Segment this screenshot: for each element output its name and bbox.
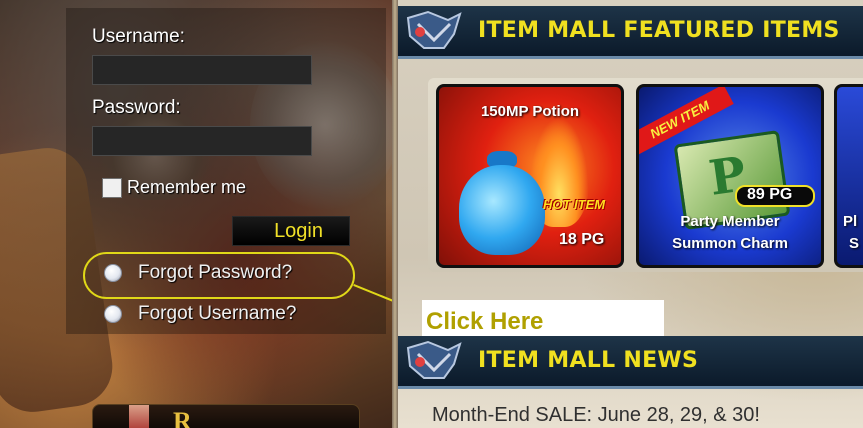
item-name-line2: Summon Charm <box>672 235 788 252</box>
hot-item-badge: HOT ITEM <box>543 197 606 212</box>
featured-items-header: ITEM MALL FEATURED ITEMS <box>398 6 863 59</box>
username-label: Username: <box>92 26 185 47</box>
item-mall-news-header: ITEM MALL NEWS <box>398 336 863 389</box>
item-name-partial-line2: S <box>849 235 860 252</box>
forgot-username-radio[interactable] <box>104 305 122 323</box>
remember-me-row[interactable]: Remember me <box>102 177 246 198</box>
forgot-username-label[interactable]: Forgot Username? <box>138 303 296 325</box>
featured-item-card-partial[interactable]: Pl S <box>834 84 863 268</box>
featured-item-card[interactable]: P NEW ITEM 89 PG Party Member Summon Cha… <box>636 84 824 268</box>
forgot-username-option[interactable]: Forgot Username? <box>104 303 296 325</box>
character-figure-icon <box>129 405 149 428</box>
remember-me-checkbox[interactable] <box>102 177 122 198</box>
remember-me-label: Remember me <box>127 177 247 197</box>
password-input[interactable] <box>92 126 312 156</box>
news-emblem-icon <box>406 340 462 379</box>
item-price: 89 PG <box>747 186 793 203</box>
forgot-password-highlight <box>83 252 355 299</box>
blue-potion-icon <box>459 165 545 255</box>
login-panel: Username: Password: Remember me Login Fo… <box>0 0 392 428</box>
mall-emblem-icon <box>406 10 462 49</box>
item-name-partial: Pl <box>843 213 858 230</box>
item-price: 18 PG <box>559 231 605 248</box>
featured-items-title: ITEM MALL FEATURED ITEMS <box>478 18 840 43</box>
featured-item-card[interactable]: 150MP Potion HOT ITEM 18 PG <box>436 84 624 268</box>
item-name: 150MP Potion <box>480 103 580 120</box>
password-label: Password: <box>92 97 181 118</box>
login-button[interactable]: Login <box>232 216 350 246</box>
item-mall-news-title: ITEM MALL NEWS <box>478 348 699 373</box>
register-logo-letter: R <box>173 407 193 428</box>
username-input[interactable] <box>92 55 312 85</box>
news-headline-link[interactable]: Month-End SALE: June 28, 29, & 30! <box>432 404 760 427</box>
register-banner[interactable]: R <box>92 404 360 428</box>
item-name-line1: Party Member <box>680 213 780 230</box>
